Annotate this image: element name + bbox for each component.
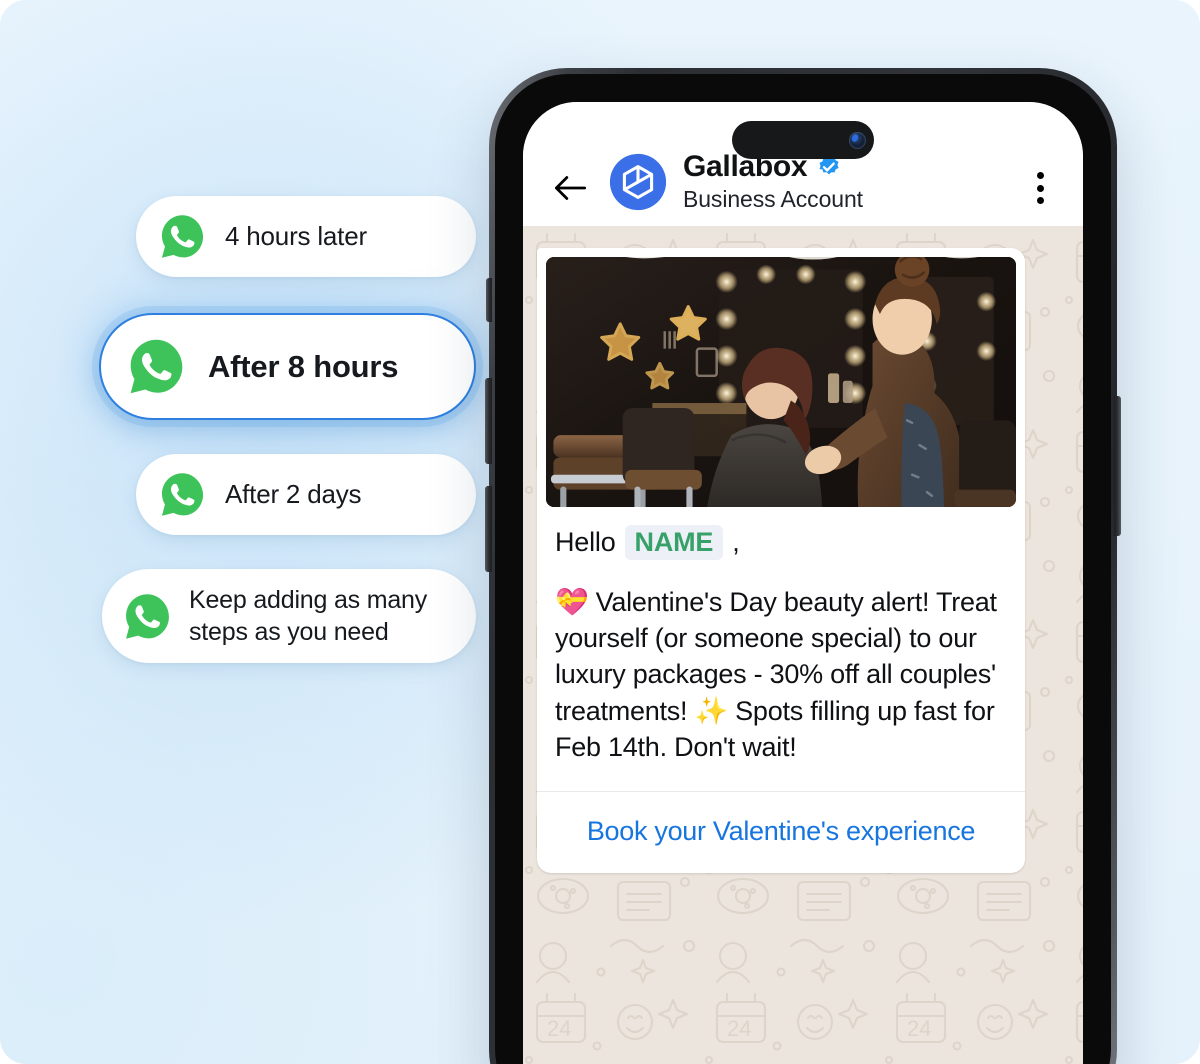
whatsapp-icon [161,215,204,258]
volume-up-button[interactable] [485,378,492,464]
message-bubble: Hello NAME , 💝 Valentine's Day beauty al… [537,248,1025,873]
message-image [546,257,1016,507]
whatsapp-icon [161,473,204,516]
phone-mockup: Gallabox Business Account Hello NAME , 💝… [485,68,1121,1064]
phone-screen: Gallabox Business Account Hello NAME , 💝… [523,102,1083,1064]
dynamic-island [732,121,874,159]
greeting-prefix: Hello [555,527,616,557]
power-button[interactable] [1114,396,1121,536]
step-item-1[interactable]: 4 hours later [136,196,476,277]
silent-switch-button[interactable] [486,278,492,322]
step-item-3[interactable]: After 2 days [136,454,476,535]
greeting-suffix: , [732,527,740,557]
volume-down-button[interactable] [485,486,492,572]
name-placeholder-chip: NAME [624,525,724,560]
whatsapp-icon [130,339,183,394]
front-camera-icon [849,131,866,149]
whatsapp-icon [126,593,169,639]
step-label: Keep adding as many steps as you need [189,586,428,646]
gallabox-logo-icon[interactable] [609,153,667,211]
chat-brand-subtitle: Business Account [683,186,863,212]
page-canvas: 4 hours later After 8 hours After 2 days… [0,0,1200,1064]
back-arrow-icon[interactable] [549,167,591,209]
cta-button[interactable]: Book your Valentine's experience [537,792,1025,873]
step-label: After 8 hours [208,348,399,384]
step-label: 4 hours later [225,221,367,251]
step-item-4[interactable]: Keep adding as many steps as you need [102,569,476,663]
message-greeting: Hello NAME , [555,525,1007,560]
chat-body: 24 [523,226,1083,1064]
salon-photo [546,257,1016,507]
step-label: After 2 days [225,479,362,509]
automation-step-list: 4 hours later After 8 hours After 2 days… [96,196,476,663]
message-text: 💝 Valentine's Day beauty alert! Treat yo… [555,587,1005,762]
chat-brand-block: Gallabox Business Account [683,150,1023,213]
step-item-2-active[interactable]: After 8 hours [99,313,476,420]
kebab-menu-icon[interactable] [1023,169,1057,207]
message-content: Hello NAME , 💝 Valentine's Day beauty al… [537,507,1025,791]
